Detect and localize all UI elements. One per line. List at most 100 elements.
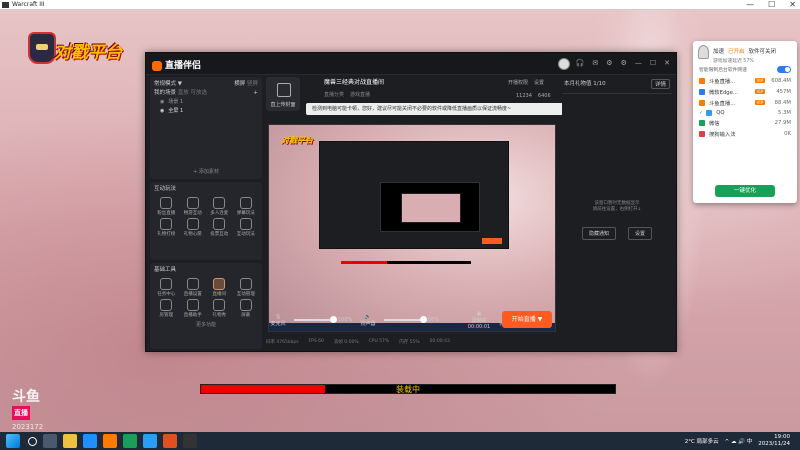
app-name: 微信 [709,120,720,127]
menu-icon[interactable]: ⚙ [621,59,627,67]
edge-icon[interactable] [83,434,97,448]
app-speed-row[interactable]: 搜狗输入法 0K [693,128,797,139]
avatar[interactable] [558,58,570,70]
file-explorer-icon[interactable] [63,434,77,448]
app-speed-row[interactable]: 微软Edge... VIP 457M [693,86,797,97]
right-panel-buttons: 隐藏通知 设置 [582,227,653,240]
scene-item[interactable]: ◉ 全屏 1 [154,107,258,116]
right-settings-button[interactable]: 设置 [628,227,653,240]
tool-multi-mic[interactable]: 多人连麦 [207,197,232,216]
tool-gift-show[interactable]: 礼物秀 [207,299,232,318]
tool-live-room[interactable]: 直播间 [207,278,232,297]
app-speed: 457M [776,88,791,95]
streaming-app-icon[interactable] [163,434,177,448]
app-icon [706,109,713,116]
tool-interact[interactable]: 畅游互动 [181,197,206,216]
tool-block[interactable]: 屏蔽 [234,299,259,318]
app-name: 直播伴侣 [165,61,202,71]
record-button[interactable]: ▣ 录制中 00:00:01 [466,311,492,330]
tool-live-settings[interactable]: 直播设置 [181,278,206,297]
stream-preview[interactable]: 对戳平台 [268,124,556,332]
category-value[interactable]: 游戏直播 [350,91,370,98]
tab-scene-3[interactable]: 可放选 [191,90,208,96]
tab-scene-2[interactable]: 直放 [178,90,189,96]
tool-room-admin[interactable]: 房管理 [154,299,179,318]
tool-fans-live[interactable]: 粉丝直播 [154,197,179,216]
mic-toggle[interactable]: 🎙 麦克风 [266,314,290,327]
gift-detail-button[interactable]: 详情 [650,79,670,89]
close-button[interactable]: ✕ [789,0,796,10]
minimize-button[interactable]: — [746,0,754,10]
tool-play[interactable]: 互动玩法 [234,218,259,237]
tool-tasks[interactable]: 任务中心 [154,278,179,297]
popup-title-accent: 已开启 [728,49,745,55]
tab-landscape[interactable]: 横屏 [234,81,245,87]
settings-icon[interactable]: ⚙ [606,59,612,67]
app-speed-row[interactable]: 斗鱼直播... VIP 608.4M [693,75,797,86]
network-popup: 加速 已开启 软件可关闭 游戏加速延迟 57% 智能限制后台软件网速 斗鱼直播.… [693,41,797,203]
tool-assistant[interactable]: 直播助手 [181,299,206,318]
maximize-button[interactable]: ☐ [768,0,775,10]
limit-toggle[interactable] [777,66,791,73]
tool-gift-wish[interactable]: 礼物心愿 [181,218,206,237]
app-close-button[interactable]: ✕ [664,59,670,67]
tab-my-scenes[interactable]: 我的场景 [154,90,176,96]
add-scene-icon[interactable]: + [253,89,258,98]
app-top-icons: 🎧 ✉ ⚙ ⚙ — ☐ ✕ [576,59,670,67]
tray-icons[interactable]: ^ ☁ 🔊 中 [725,437,753,445]
settings-link[interactable]: 设置 [534,79,544,86]
preview-start-button [482,238,502,244]
tool-vote[interactable]: 投票互动 [207,218,232,237]
app-speed: 88.4M [774,99,791,106]
speaker-toggle[interactable]: 🔈 扬声器 [356,314,380,327]
room-stats: 开播权限 设置 [508,79,544,86]
mic-volume-slider[interactable] [294,316,337,323]
mail-icon[interactable]: ✉ [592,59,598,67]
qq-icon[interactable] [143,434,157,448]
fans-icon [160,197,173,209]
windows-start-icon[interactable] [6,434,20,448]
douyu-icon[interactable] [103,434,117,448]
app-speed-row[interactable]: 斗鱼直播... VIP 88.4M [693,97,797,108]
app-name: 斗鱼直播... [709,100,736,107]
add-source-button[interactable]: + 添加素材 [150,168,262,175]
start-stream-button[interactable]: 开始直播 ▼ [502,311,552,328]
app-icon [699,99,705,106]
tab-portrait[interactable]: 竖屏 [247,81,258,87]
eye-icon[interactable]: ◉ [160,98,164,107]
headset-icon[interactable]: 🎧 [576,59,585,67]
speaker-volume-slider[interactable] [384,316,427,323]
app-speed-row[interactable]: ✓ QQ 5.3M [693,108,797,117]
gift-value-tab[interactable]: 本月礼物值 1/10 [564,79,606,89]
room-icon [213,278,226,290]
app-logo: 直播伴侣 [152,58,201,71]
app-minimize-button[interactable]: — [635,59,642,67]
tasks-icon [160,278,173,290]
weather-widget[interactable]: 2°C 局部多云 [685,437,719,445]
permission-link[interactable]: 开播权限 [508,79,528,86]
optimize-button[interactable]: 一键优化 [715,185,775,197]
block-icon [239,299,252,311]
room-title[interactable]: 魔兽三经典对战直播间 [324,77,384,86]
speaker-volume-value: 50% [428,317,440,323]
mode-select[interactable]: 常规模式 ▼ [154,80,182,89]
popup-title-tail: 软件可关闭 [748,49,777,55]
more-tools-button[interactable]: 更多功能 [154,321,258,328]
search-icon[interactable] [28,436,37,446]
system-tray: 2°C 局部多云 ^ ☁ 🔊 中 19:00 2023/11/24 [685,434,790,447]
hide-notice-button[interactable]: 隐藏通知 [582,227,617,240]
app-speed-row[interactable]: 微信 27.9M [693,117,797,128]
game-logo: 对戳平台 [28,32,144,64]
likes-count: 6406 [537,93,551,99]
tool-danmu[interactable]: 弹幕玩法 [234,197,259,216]
clock[interactable]: 19:00 2023/11/24 [758,434,790,447]
task-view-icon[interactable] [43,434,57,448]
eye-icon[interactable]: ◉ [160,107,164,116]
wechat-icon[interactable] [123,434,137,448]
tool-manage[interactable]: 互动管理 [234,278,259,297]
upload-cover-button[interactable]: 直上传封面 [266,77,300,111]
tool-gift-rank[interactable]: 礼物打榜 [154,218,179,237]
scene-item[interactable]: ◉ 场景 1 [154,98,258,107]
warcraft-taskbar-icon[interactable] [183,434,197,448]
app-maximize-button[interactable]: ☐ [650,59,656,67]
